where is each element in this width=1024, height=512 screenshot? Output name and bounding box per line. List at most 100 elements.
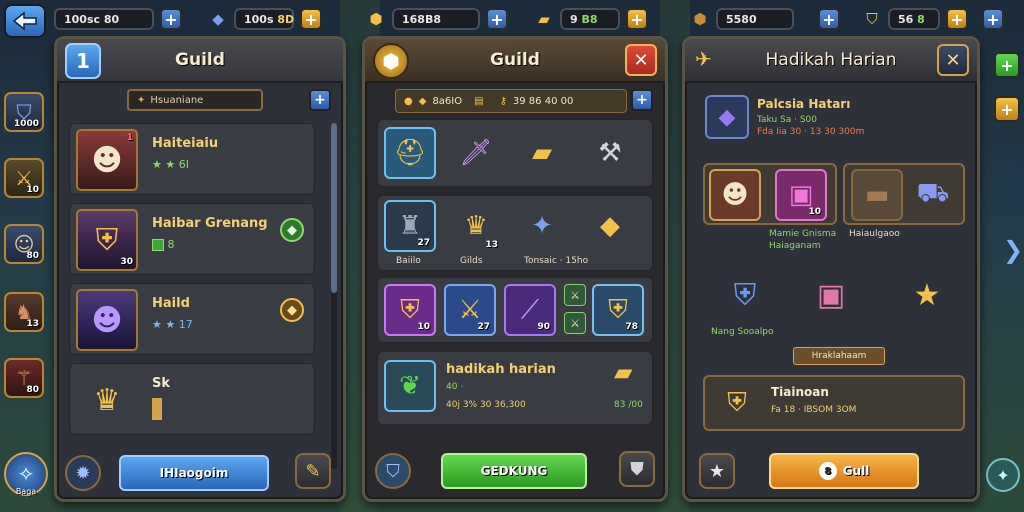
quill-button[interactable]: ✎ xyxy=(295,453,331,489)
shield-icon: ⛉ xyxy=(866,10,878,28)
gear-icon: ✹ xyxy=(75,462,91,484)
scrollbar-thumb[interactable] xyxy=(331,123,337,293)
promo-row[interactable]: ❦ hadikah harian 40 · 40j 3% 30 36,300 ▰… xyxy=(377,351,653,425)
mini-item-slot[interactable]: ⚔ xyxy=(564,284,586,306)
item-slot[interactable]: ⛨ xyxy=(713,379,761,427)
item-slot[interactable]: ⛟ xyxy=(907,169,959,221)
guild-emblem-icon: ⬢ xyxy=(373,43,409,79)
back-button[interactable] xyxy=(4,4,46,38)
reward-line: Fda Iia 30 · 13 30 300m xyxy=(757,127,865,137)
side-slot-staff[interactable]: ⚚ 80 xyxy=(4,358,44,398)
guild-list-item[interactable]: ☻ Haild ★ ★ 17 ◆ xyxy=(69,283,315,355)
add-gems-button[interactable]: + xyxy=(946,8,968,30)
promo-title: hadikah harian xyxy=(446,362,556,377)
close-button[interactable]: ✕ xyxy=(625,44,657,76)
side-slot-hero[interactable]: ☺ 80 xyxy=(4,224,44,264)
bottom-reward-card[interactable]: ⛨ Tiainoan Fa 18 · IBSOM 3OM xyxy=(703,375,965,431)
star-button[interactable]: ★ xyxy=(699,453,735,489)
panel-header: ⬢ Guild ✕ xyxy=(365,39,665,83)
item-slot[interactable]: ❦ xyxy=(384,360,436,412)
add-gems-button[interactable]: + xyxy=(300,8,322,30)
item-slot[interactable]: ◆ xyxy=(584,200,636,252)
list-scrollbar[interactable] xyxy=(331,123,337,469)
promo-line: 40j 3% 30 36,300 xyxy=(446,400,526,410)
item-slot[interactable]: ⟋ 90 xyxy=(504,284,556,336)
item-slot[interactable]: ⛨ 78 xyxy=(592,284,644,336)
guild-action-button[interactable]: GEDKUNG xyxy=(441,453,587,489)
guild-list-item[interactable]: ⛨ 30 Haibar Grenang 8 ◆ xyxy=(69,203,315,275)
close-button[interactable]: ✕ xyxy=(937,44,969,76)
add-currency-button[interactable]: + xyxy=(818,8,840,30)
add-orange-button[interactable]: + xyxy=(994,96,1020,122)
currency-amount: 100sc 80 xyxy=(54,8,154,30)
claim-chip[interactable]: Hraklahaam xyxy=(793,347,885,365)
item-slot[interactable]: ⚔ 27 xyxy=(444,284,496,336)
hero-portrait: ☻ xyxy=(76,289,138,351)
guild-list-item[interactable]: ☻ 1 Haiteiaiu ★ ★ 6I xyxy=(69,123,315,195)
item-slot[interactable]: ⚒ xyxy=(584,127,636,179)
currency-amount: 168B8 xyxy=(392,8,480,30)
add-currency-button[interactable]: + xyxy=(486,8,508,30)
armor-button[interactable]: ⛊ xyxy=(619,451,655,487)
gold-gem-icon[interactable]: ◆ xyxy=(280,298,304,322)
add-currency-button[interactable]: + xyxy=(160,8,182,30)
crystal-icon: ◆ xyxy=(718,104,736,130)
compass-icon: ✧ xyxy=(17,462,35,486)
gear-button[interactable]: ✹ xyxy=(65,455,101,491)
backpack-icon: ⛟ xyxy=(916,178,950,208)
item-slot[interactable]: ♛ 13 xyxy=(450,200,502,252)
reward-line: Fa 18 · IBSOM 3OM xyxy=(771,405,857,415)
item-slot[interactable]: ✦ xyxy=(516,200,568,252)
side-slot-beast[interactable]: ♞ 13 xyxy=(4,292,44,332)
guild-action-button[interactable]: IHIaogoim xyxy=(119,455,269,491)
mage-icon: ☻ xyxy=(91,302,123,338)
green-gem-icon[interactable]: ◆ xyxy=(280,218,304,242)
blue-helm-icon: ⛨ xyxy=(733,277,757,313)
guild-list-item[interactable]: ♛ Sk xyxy=(69,363,315,435)
item-slot[interactable]: ⛨ 10 xyxy=(384,284,436,336)
add-green-button[interactable]: + xyxy=(994,52,1020,78)
item-slot[interactable]: ⛨ xyxy=(717,267,773,323)
sword-icon: ⚔ xyxy=(458,295,482,325)
tab-badge[interactable]: 1 xyxy=(65,43,101,79)
reward-header: ◆ Palcsia Hatarı Taku Sa · S00 Fda Iia 3… xyxy=(699,93,961,149)
reward-card[interactable]: ☻ ▣ 10 xyxy=(703,163,837,225)
item-slot[interactable]: ▰ xyxy=(516,127,568,179)
item-slot[interactable]: ★ xyxy=(899,267,955,323)
add-guild-button[interactable]: + xyxy=(309,89,331,111)
item-slot[interactable]: ☻ xyxy=(709,169,761,221)
shield-button[interactable]: ⛉ xyxy=(375,453,411,489)
guild-search-field[interactable]: ✦ Hsuaniane xyxy=(127,89,263,111)
coin-icon: ● xyxy=(404,95,413,107)
resource-bar-1: 100sc 80 + ◆ 100s 8D + xyxy=(54,6,322,32)
item-slot[interactable]: ▣ 10 xyxy=(775,169,827,221)
gold-shard-icon: ◆ xyxy=(418,95,427,107)
guild-action-button[interactable]: 8 Gull xyxy=(769,453,919,489)
compass-button[interactable]: ✧ Baga xyxy=(4,452,48,496)
item-slot[interactable]: ⛑ xyxy=(384,127,436,179)
reward-card[interactable]: ▬ ⛟ xyxy=(843,163,965,225)
side-slot-shield[interactable]: ⛉ 1000 xyxy=(4,92,44,132)
hero-portrait: ⛨ 30 xyxy=(76,209,138,271)
mini-item-slot[interactable]: ⚔ xyxy=(564,312,586,334)
item-slot[interactable]: ◆ xyxy=(705,95,749,139)
add-button-extra[interactable]: + xyxy=(982,8,1004,30)
shield-icon: ⛉ xyxy=(386,460,400,482)
wing-icon: ✈ xyxy=(695,47,712,71)
next-page-arrow-icon[interactable]: ❯ xyxy=(1003,232,1023,268)
item-slot[interactable]: ▬ xyxy=(851,169,903,221)
item-slot[interactable]: ♜ 27 xyxy=(384,200,436,252)
coin-icon: ⬢ xyxy=(693,10,707,28)
gem-box-icon: ▣ xyxy=(788,180,814,210)
add-gems-button[interactable]: + xyxy=(626,8,648,30)
gems-amount: 56 8 xyxy=(888,8,940,30)
item-slot[interactable]: 🗡 xyxy=(450,127,502,179)
reward-title: Palcsia Hatarı xyxy=(757,97,851,111)
gold-helm-icon: ⛨ xyxy=(727,387,747,418)
add-resource-button[interactable]: + xyxy=(631,89,653,111)
item-row-1: ⛑ 🗡 ▰ ⚒ xyxy=(377,119,653,187)
side-slot-sword[interactable]: ⚔ 10 xyxy=(4,158,44,198)
settings-round-button[interactable]: ✦ xyxy=(986,458,1020,492)
item-slot[interactable]: ▣ xyxy=(803,267,859,323)
trophy-icon: ♛ xyxy=(93,382,121,418)
